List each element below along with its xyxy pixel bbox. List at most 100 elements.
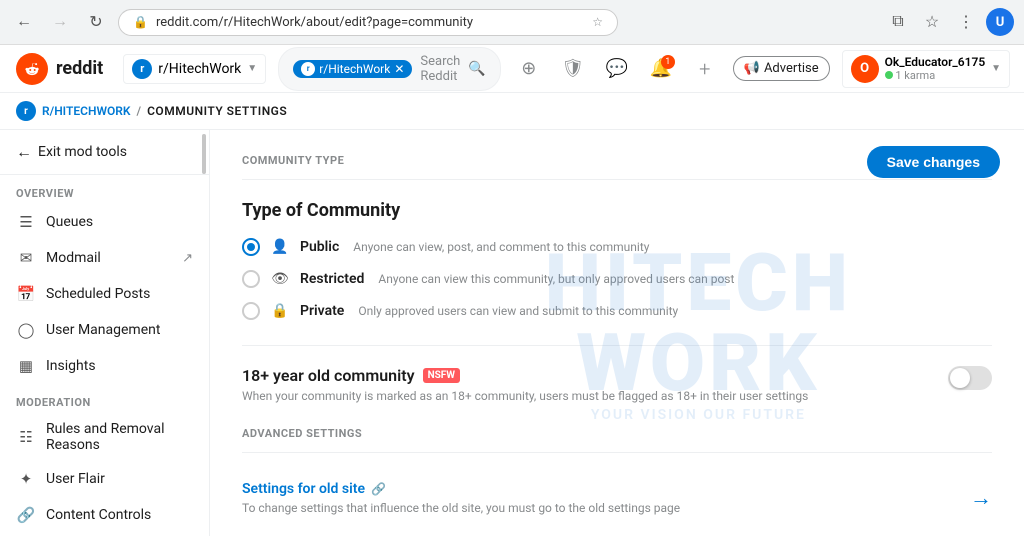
search-icon: 🔍 [468,61,485,77]
private-label: Private [300,303,344,319]
sidebar-item-user-management[interactable]: ◯ User Management [0,312,209,348]
reload-button[interactable]: ↻ [82,8,110,36]
public-icon: 👤 [270,237,290,257]
link-icon: 🔗 [16,505,36,525]
search-bar[interactable]: r r/HitechWork ✕ Search Reddit 🔍 [278,47,501,91]
search-tag: r r/HitechWork ✕ [293,60,412,78]
more-button[interactable]: ⋮ [952,8,980,36]
arrow-left-icon: ← [16,142,32,162]
radio-option-private[interactable]: 🔒 Private Only approved users can view a… [242,301,992,321]
radio-option-restricted[interactable]: 👁 Restricted Anyone can view this commun… [242,269,992,289]
profile-icon[interactable]: U [986,8,1014,36]
external-link-icon: ↗ [182,251,193,266]
star-icon: ☆ [592,15,603,29]
nsfw-section: 18+ year old community NSFW When your co… [242,345,992,403]
restricted-icon: 👁 [270,269,290,289]
restricted-desc: Anyone can view this community, but only… [378,272,734,286]
nsfw-description: When your community is marked as an 18+ … [242,389,808,403]
nsfw-title-text: 18+ year old community [242,366,415,385]
sidebar-item-label: Insights [46,358,96,374]
public-desc: Anyone can view, post, and comment to th… [353,240,649,254]
radio-public[interactable] [242,238,260,256]
reddit-icon [16,53,48,85]
search-tag-text: r/HitechWork [319,62,390,76]
user-karma: 1 karma [885,69,986,82]
subreddit-icon: r [132,59,152,79]
reddit-text: reddit [56,58,103,79]
settings-link-row: Settings for old site 🔗 To change settin… [242,473,992,523]
advertise-label: Advertise [764,61,819,76]
shield-icon[interactable]: 🛡 [557,53,589,85]
subreddit-avatar: r [16,101,36,121]
user-details: Ok_Educator_6175 1 karma [885,55,986,82]
save-changes-button[interactable]: Save changes [867,146,1000,178]
sidebar-item-label: User Flair [46,471,105,487]
extensions-button[interactable]: ⧉ [884,8,912,36]
moderation-section-title: MODERATION [0,384,209,413]
subreddit-name: r/HitechWork [158,61,241,77]
sidebar-item-label: Content Controls [46,507,151,523]
advanced-heading: ADVANCED SETTINGS [242,427,992,453]
breadcrumb-subreddit[interactable]: R/HITECHWORK [42,104,131,118]
back-button[interactable]: ← [10,8,38,36]
scrollbar-thumb[interactable] [202,134,206,174]
nsfw-left: 18+ year old community NSFW When your co… [242,366,808,403]
sidebar-item-rules[interactable]: ☷ Rules and Removal Reasons [0,413,209,461]
nsfw-badge: NSFW [423,368,460,383]
bookmark-button[interactable]: ☆ [918,8,946,36]
search-input[interactable]: Search Reddit [420,54,460,84]
add-icon[interactable]: + [689,53,721,85]
modmail-icon: ✉ [16,248,36,268]
settings-link-left: Settings for old site 🔗 To change settin… [242,481,680,515]
forward-button[interactable]: → [46,8,74,36]
watermark-tagline: YOUR VISION OUR FUTURE [495,407,902,423]
sidebar-item-user-flair[interactable]: ✦ User Flair [0,461,209,497]
breadcrumb: r R/HITECHWORK / COMMUNITY SETTINGS [0,93,1024,130]
rules-icon: ☷ [16,427,36,447]
browser-chrome: ← → ↻ 🔒 reddit.com/r/HitechWork/about/ed… [0,0,1024,45]
arrow-right-icon[interactable]: → [970,485,992,511]
lock-icon: 🔒 [133,15,148,29]
chevron-down-icon: ▼ [247,63,257,74]
url-text: reddit.com/r/HitechWork/about/edit?page=… [156,15,584,30]
subreddit-selector[interactable]: r r/HitechWork ▼ [123,54,266,84]
radio-option-public[interactable]: 👤 Public Anyone can view, post, and comm… [242,237,992,257]
exit-mod-tools-button[interactable]: ← Exit mod tools [16,142,193,162]
settings-link-text: Settings for old site [242,481,365,497]
reddit-logo[interactable]: reddit [16,53,103,85]
community-icon[interactable]: ⊕ [513,53,545,85]
advertise-button[interactable]: 📢 Advertise [733,56,830,81]
settings-link-desc: To change settings that influence the ol… [242,501,680,515]
nsfw-toggle[interactable] [948,366,992,390]
sidebar-item-queues[interactable]: ☰ Queues [0,204,209,240]
private-icon: 🔒 [270,301,290,321]
radio-restricted[interactable] [242,270,260,288]
close-icon[interactable]: ✕ [394,62,404,76]
sidebar-item-scheduled-posts[interactable]: 📅 Scheduled Posts [0,276,209,312]
breadcrumb-page: COMMUNITY SETTINGS [147,104,287,118]
external-link-icon: 🔗 [371,482,386,496]
sidebar-item-content-controls[interactable]: 🔗 Content Controls [0,497,209,533]
main-layout: ← Exit mod tools OVERVIEW ☰ Queues ✉ Mod… [0,130,1024,536]
sidebar-item-label: Scheduled Posts [46,286,150,302]
sidebar-item-label: Rules and Removal Reasons [46,421,193,453]
reddit-header: reddit r r/HitechWork ▼ r r/HitechWork ✕… [0,45,1024,93]
queues-icon: ☰ [16,212,36,232]
settings-link-title[interactable]: Settings for old site 🔗 [242,481,680,497]
browser-actions: ⧉ ☆ ⋮ U [884,8,1014,36]
sidebar-item-label: Modmail [46,250,101,266]
radio-private[interactable] [242,302,260,320]
sidebar-item-insights[interactable]: ▦ Insights [0,348,209,384]
sidebar-item-modmail[interactable]: ✉ Modmail ↗ [0,240,209,276]
private-desc: Only approved users can view and submit … [358,304,678,318]
notification-icon[interactable]: 🔔 1 [645,53,677,85]
user-info[interactable]: O Ok_Educator_6175 1 karma ▼ [842,50,1010,88]
chat-icon[interactable]: 💬 [601,53,633,85]
notification-badge: 1 [661,55,675,69]
address-bar[interactable]: 🔒 reddit.com/r/HitechWork/about/edit?pag… [118,9,618,36]
advanced-settings-section: ADVANCED SETTINGS Settings for old site … [242,427,992,523]
user-icon: ◯ [16,320,36,340]
sidebar: ← Exit mod tools OVERVIEW ☰ Queues ✉ Mod… [0,130,210,536]
calendar-icon: 📅 [16,284,36,304]
content-area: Save changes COMMUNITY TYPE Type of Comm… [210,130,1024,536]
